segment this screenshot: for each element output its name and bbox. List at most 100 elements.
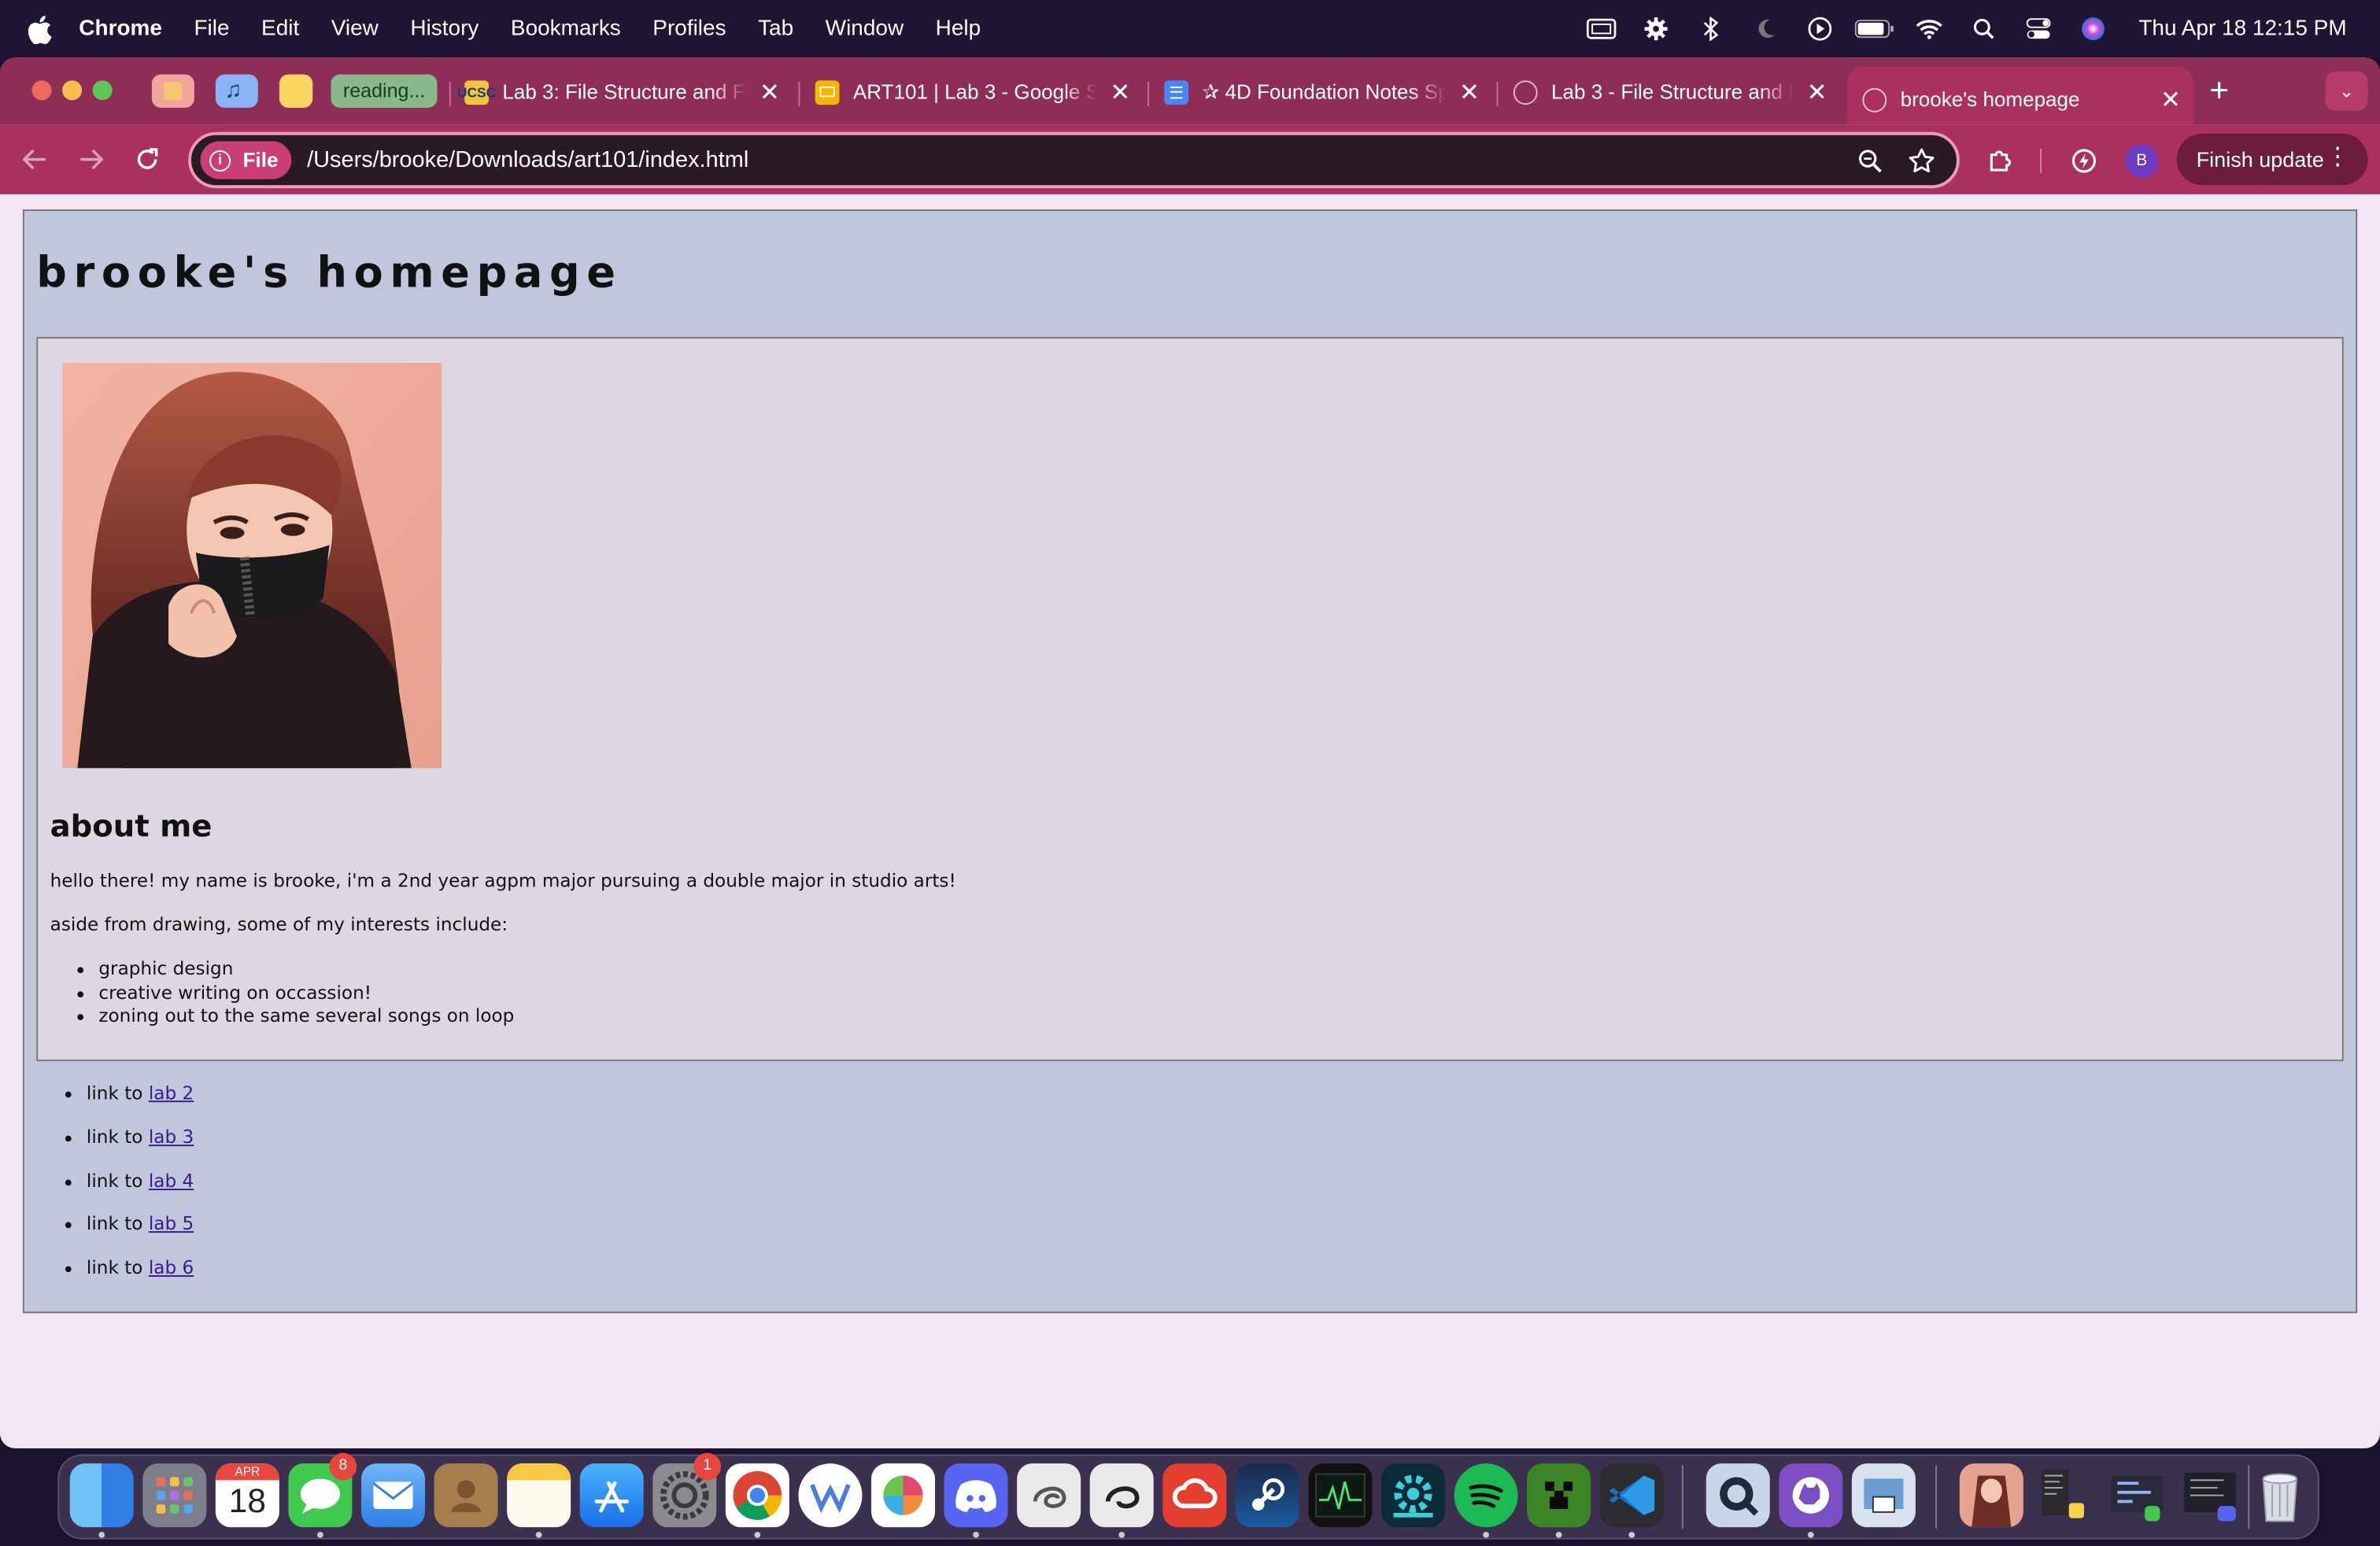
clip-studio-icon[interactable] [1017, 1463, 1081, 1528]
battery-icon[interactable] [1847, 0, 1901, 57]
gear-status-icon[interactable] [1628, 0, 1683, 57]
bluetooth-icon[interactable] [1683, 0, 1738, 57]
menu-bookmarks[interactable]: Bookmarks [511, 17, 621, 41]
about-intro-text: hello there! my name is brooke, i'm a 2n… [50, 870, 956, 892]
tab-title: ✰ 4D Foundation Notes Sp [1202, 80, 1447, 103]
browser-toolbar: i File /Users/brooke/Downloads/art101/ind… [0, 124, 2380, 194]
creative-cloud-icon[interactable] [1162, 1463, 1227, 1528]
steam-icon[interactable] [1235, 1463, 1299, 1528]
portrait-file-thumbnail[interactable] [1959, 1463, 2023, 1528]
app-store-icon[interactable] [579, 1463, 644, 1528]
tab-4d-foundation-notes[interactable]: ✰ 4D Foundation Notes Sp ✕ [1164, 68, 1483, 116]
control-center-icon[interactable] [2011, 0, 2065, 57]
zoom-window-button[interactable] [92, 80, 113, 101]
tab-lab3-file-structure-2[interactable]: Lab 3 - File Structure and I ✕ [1513, 68, 1831, 116]
minimize-window-button[interactable] [62, 80, 83, 101]
performance-icon[interactable] [2064, 141, 2104, 180]
macos-dock: APR 18 8 1 [57, 1452, 2319, 1540]
close-tab-icon[interactable]: ✕ [2157, 84, 2185, 115]
finish-update-label: Finish update [2196, 147, 2324, 172]
lab-link-item: link to lab 3 [87, 1126, 194, 1171]
menu-app-name[interactable]: Chrome [79, 17, 162, 41]
focus-moon-icon[interactable] [1738, 0, 1792, 57]
tab-lab3-file-structure[interactable]: UCSC Lab 3: File Structure and F ✕ [457, 68, 783, 116]
siri-icon[interactable] [2066, 0, 2120, 57]
downloads-stack-icon[interactable] [2032, 1463, 2096, 1527]
close-tab-icon[interactable]: ✕ [1456, 76, 1484, 107]
finder-icon[interactable] [69, 1463, 134, 1528]
finish-update-button[interactable]: Finish update ⋮ [2176, 133, 2368, 186]
spotlight-search-icon[interactable] [1957, 0, 2011, 57]
calendar-icon[interactable]: APR 18 [215, 1463, 279, 1528]
activity-monitor-icon[interactable] [1308, 1463, 1373, 1528]
chrome-icon[interactable] [725, 1463, 789, 1528]
lab-5-link[interactable]: lab 5 [149, 1214, 194, 1235]
site-info-chip[interactable]: i File [200, 141, 292, 179]
site-info-label: File [242, 149, 279, 172]
calendar-day: 18 [228, 1481, 266, 1520]
menu-window[interactable]: Window [826, 17, 904, 41]
tab-group-music-icon[interactable]: ♫ [215, 74, 258, 108]
tab-group-reading[interactable]: reading... [331, 74, 438, 108]
launchpad-icon[interactable] [142, 1463, 207, 1528]
link-prefix: link to [86, 1170, 143, 1192]
menu-edit[interactable]: Edit [261, 17, 299, 41]
preview-icon[interactable] [1851, 1463, 1916, 1528]
menubar-clock[interactable]: Thu Apr 18 12:15 PM [2138, 17, 2346, 41]
play-circle-icon[interactable] [1793, 0, 1847, 57]
new-tab-button[interactable]: + [2201, 74, 2237, 109]
extensions-puzzle-icon[interactable] [1981, 141, 2020, 180]
lab-6-link[interactable]: lab 6 [149, 1257, 194, 1278]
reload-icon[interactable] [129, 141, 165, 177]
menu-help[interactable]: Help [936, 17, 981, 41]
url-text[interactable]: /Users/brooke/Downloads/art101/index.htm… [307, 147, 1844, 173]
mail-icon[interactable] [361, 1463, 426, 1528]
link-prefix: link to [86, 1082, 143, 1104]
screen-mirroring-icon[interactable] [1574, 0, 1628, 57]
tab-active-brookes-homepage[interactable]: brooke's homepage ✕ [1847, 66, 2193, 125]
contacts-icon[interactable] [434, 1463, 498, 1528]
address-bar[interactable]: i File /Users/brooke/Downloads/art101/ind… [188, 131, 1960, 189]
webex-icon[interactable] [798, 1463, 863, 1528]
menu-history[interactable]: History [410, 17, 479, 41]
wifi-icon[interactable] [1901, 0, 1956, 57]
vscode-icon[interactable] [1599, 1463, 1664, 1528]
menu-file[interactable]: File [194, 17, 229, 41]
screenshots-stack-icon[interactable] [2105, 1463, 2169, 1527]
minecraft-icon[interactable] [1527, 1463, 1591, 1528]
app-gear-icon[interactable] [1381, 1463, 1446, 1528]
close-tab-icon[interactable]: ✕ [1803, 76, 1831, 107]
quicktime-icon[interactable] [1706, 1463, 1770, 1528]
close-tab-icon[interactable]: ✕ [756, 76, 783, 107]
lab-4-link[interactable]: lab 4 [149, 1170, 194, 1191]
tab-art101-slides[interactable]: ART101 | Lab 3 - Google Sl ✕ [815, 68, 1134, 116]
tab-search-chevron-icon[interactable]: ⌄ [2325, 71, 2368, 111]
tab-strip: ♫ reading... UCSC Lab 3: File Structure … [0, 57, 2380, 125]
zoom-magnifier-icon[interactable] [1844, 138, 1896, 183]
clip-studio-2-icon[interactable] [1089, 1463, 1154, 1528]
tab-group-yellow-icon[interactable] [279, 74, 313, 108]
spotify-icon[interactable] [1454, 1463, 1518, 1528]
github-desktop-icon[interactable] [1779, 1463, 1843, 1528]
apple-menu-icon[interactable] [28, 13, 55, 44]
menu-tab[interactable]: Tab [758, 17, 793, 41]
bookmark-star-icon[interactable] [1896, 138, 1948, 183]
forward-arrow-icon[interactable] [73, 141, 109, 177]
notes-icon[interactable] [507, 1463, 571, 1528]
back-arrow-icon[interactable] [17, 141, 53, 177]
color-picker-icon[interactable] [871, 1463, 936, 1528]
close-window-button[interactable] [31, 80, 52, 101]
trash-icon[interactable] [2248, 1463, 2312, 1527]
profile-avatar[interactable]: B [2125, 144, 2159, 178]
more-menu-icon: ⋮ [2325, 144, 2350, 171]
documents-stack-icon[interactable] [2179, 1463, 2242, 1527]
discord-icon[interactable] [944, 1463, 1008, 1528]
tab-group-pink-icon[interactable] [151, 74, 194, 108]
globe-icon [1513, 80, 1538, 105]
menu-view[interactable]: View [331, 17, 379, 41]
lab-3-link[interactable]: lab 3 [149, 1126, 194, 1148]
lab-link-item: link to lab 5 [87, 1214, 194, 1258]
close-tab-icon[interactable]: ✕ [1107, 76, 1134, 107]
lab-2-link[interactable]: lab 2 [149, 1082, 194, 1104]
menu-profiles[interactable]: Profiles [652, 17, 726, 41]
